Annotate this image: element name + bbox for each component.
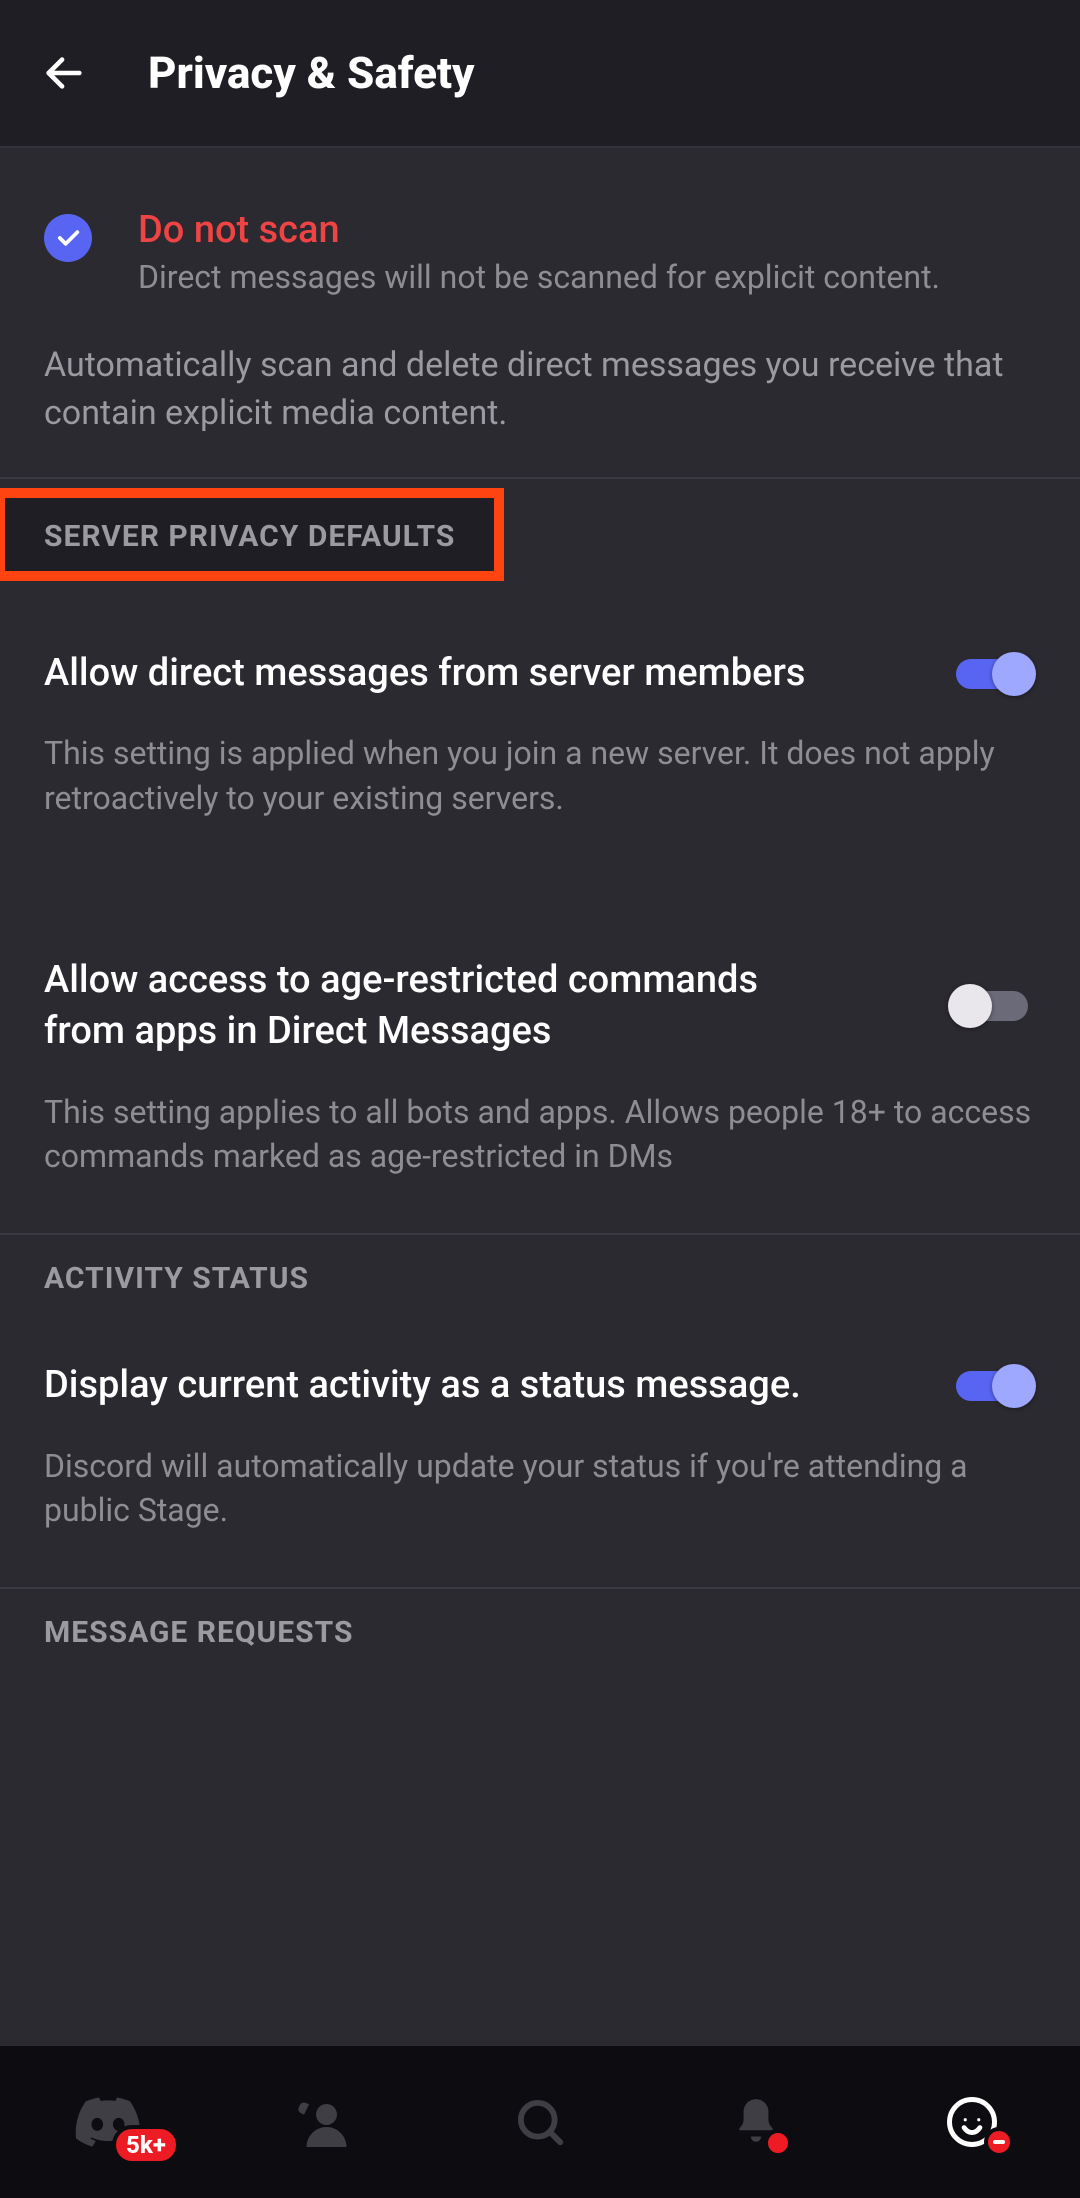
nav-search[interactable] [490,2077,590,2167]
check-icon [54,224,82,252]
nav-notifications-dot [764,2129,792,2157]
setting-age-restricted-desc: This setting applies to all bots and app… [0,1068,1080,1234]
arrow-left-icon [41,50,87,96]
scan-section-description: Automatically scan and delete direct mes… [44,342,1036,437]
nav-home-badge: 5k+ [112,2125,180,2165]
screen: Privacy & Safety Do not scan Direct mess… [0,0,1080,2198]
nav-notifications[interactable] [706,2077,806,2167]
setting-allow-dm-title: Allow direct messages from server member… [44,648,824,699]
scan-option-row[interactable]: Do not scan Direct messages will not be … [44,208,1036,296]
toggle-allow-dm[interactable] [948,650,1036,698]
back-button[interactable] [40,49,88,97]
page-title: Privacy & Safety [148,47,474,99]
scan-option-subtitle: Direct messages will not be scanned for … [138,258,1036,296]
setting-age-restricted-title: Allow access to age-restricted commands … [44,955,824,1058]
radio-selected-icon [44,214,92,262]
person-wave-icon [294,2096,354,2148]
setting-display-activity-title: Display current activity as a status mes… [44,1360,824,1411]
toggle-display-activity[interactable] [948,1362,1036,1410]
setting-display-activity-desc: Discord will automatically update your s… [0,1422,1080,1588]
nav-profile-status-dnd [984,2127,1014,2157]
bottom-navbar: 5k+ [0,2046,1080,2198]
nav-profile[interactable] [922,2077,1022,2167]
scan-option-block: Do not scan Direct messages will not be … [0,148,1080,477]
section-header-message-requests: MESSAGE REQUESTS [0,1589,1080,1672]
scan-option-title: Do not scan [138,208,1036,252]
header-bar: Privacy & Safety [0,0,1080,148]
search-icon [513,2095,567,2149]
scan-option-text: Do not scan Direct messages will not be … [138,208,1036,296]
nav-home[interactable]: 5k+ [58,2077,158,2167]
setting-allow-dm[interactable]: Allow direct messages from server member… [0,606,1080,709]
nav-friends[interactable] [274,2077,374,2167]
content-area: Do not scan Direct messages will not be … [0,148,1080,2046]
setting-display-activity[interactable]: Display current activity as a status mes… [0,1318,1080,1421]
toggle-age-restricted[interactable] [948,982,1036,1030]
section-header-activity-status: ACTIVITY STATUS [0,1235,1080,1318]
setting-allow-dm-desc: This setting is applied when you join a … [0,709,1080,875]
setting-age-restricted[interactable]: Allow access to age-restricted commands … [0,875,1080,1068]
section-header-server-privacy-defaults: SERVER PRIVACY DEFAULTS [0,493,499,576]
